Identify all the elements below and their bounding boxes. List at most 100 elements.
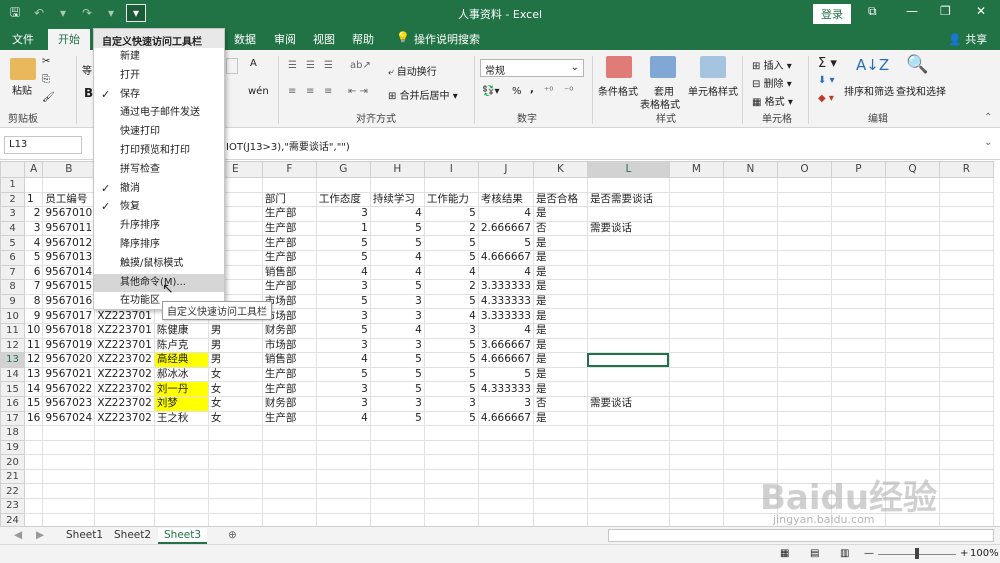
table-cell[interactable] bbox=[830, 395, 886, 412]
font-color-icon[interactable]: A bbox=[250, 58, 257, 69]
table-cell[interactable] bbox=[938, 293, 994, 310]
table-cell[interactable] bbox=[722, 322, 778, 339]
table-cell[interactable]: 5 bbox=[423, 249, 479, 266]
table-cell[interactable]: 男 bbox=[207, 352, 263, 368]
table-cell[interactable]: 是 bbox=[532, 337, 588, 354]
table-cell[interactable]: 否 bbox=[532, 220, 588, 237]
table-cell[interactable]: XZ223702 bbox=[94, 381, 155, 397]
add-sheet-icon[interactable]: ⊕ bbox=[222, 528, 243, 542]
table-cell[interactable] bbox=[722, 293, 778, 310]
table-cell[interactable] bbox=[586, 498, 670, 514]
table-cell[interactable]: 14 bbox=[23, 381, 44, 397]
table-cell[interactable]: 5 bbox=[423, 410, 479, 427]
menu-item[interactable]: 快速打印 bbox=[94, 123, 224, 142]
table-cell[interactable] bbox=[776, 279, 832, 295]
table-cell[interactable] bbox=[830, 352, 886, 368]
header-cell[interactable]: 部门 bbox=[261, 191, 317, 208]
table-cell[interactable]: 4 bbox=[315, 264, 371, 281]
insert-cells-button[interactable]: ⊞ 插入 ▾ bbox=[752, 57, 792, 72]
table-cell[interactable]: 5 bbox=[369, 220, 425, 237]
table-cell[interactable]: 需要谈话 bbox=[586, 395, 670, 412]
table-cell[interactable] bbox=[776, 395, 832, 412]
table-cell[interactable] bbox=[668, 366, 724, 383]
table-cell[interactable]: 财务部 bbox=[261, 322, 317, 339]
table-cell[interactable] bbox=[830, 220, 886, 237]
table-cell[interactable] bbox=[42, 483, 96, 500]
table-cell[interactable] bbox=[776, 293, 832, 310]
table-cell[interactable]: 女 bbox=[207, 395, 263, 412]
row-header[interactable]: 4 bbox=[0, 220, 25, 237]
table-cell[interactable] bbox=[938, 366, 994, 383]
table-cell[interactable] bbox=[776, 308, 832, 324]
table-cell[interactable]: 是 bbox=[532, 206, 588, 222]
table-cell[interactable]: 生产部 bbox=[261, 235, 317, 251]
table-cell[interactable] bbox=[315, 177, 371, 193]
table-cell[interactable] bbox=[776, 206, 832, 222]
sheet-tab-1[interactable]: Sheet1 bbox=[60, 528, 109, 542]
table-cell[interactable] bbox=[23, 425, 44, 441]
table-cell[interactable] bbox=[369, 468, 425, 485]
table-cell[interactable] bbox=[23, 468, 44, 485]
restore-icon[interactable]: ❐ bbox=[940, 4, 951, 18]
header-cell[interactable]: 持续学习 bbox=[369, 191, 425, 208]
table-cell[interactable]: 13 bbox=[23, 366, 44, 383]
table-cell[interactable] bbox=[776, 264, 832, 281]
table-cell[interactable]: 9567020 bbox=[42, 352, 96, 368]
table-cell[interactable]: 是 bbox=[532, 293, 588, 310]
table-cell[interactable] bbox=[776, 249, 832, 266]
autosum-icon[interactable]: Σ ▾ bbox=[818, 56, 837, 71]
table-cell[interactable] bbox=[668, 439, 724, 456]
header-cell[interactable]: 考核结果 bbox=[477, 191, 534, 208]
table-cell[interactable] bbox=[884, 381, 940, 397]
table-cell[interactable]: 5 bbox=[423, 235, 479, 251]
table-cell[interactable] bbox=[776, 439, 832, 456]
table-cell[interactable]: 1 bbox=[315, 220, 371, 237]
table-cell[interactable]: 5 bbox=[423, 206, 479, 222]
table-cell[interactable] bbox=[938, 206, 994, 222]
table-cell[interactable]: 刘一丹 bbox=[153, 381, 209, 397]
table-cell[interactable] bbox=[532, 177, 588, 193]
table-cell[interactable]: 4.666667 bbox=[477, 352, 534, 368]
table-cell[interactable] bbox=[668, 454, 724, 470]
table-cell[interactable] bbox=[776, 177, 832, 193]
table-cell[interactable] bbox=[207, 483, 263, 500]
table-cell[interactable] bbox=[722, 454, 778, 470]
table-cell[interactable]: 陈健康 bbox=[153, 322, 209, 339]
table-cell[interactable]: 男 bbox=[207, 322, 263, 339]
table-cell[interactable] bbox=[261, 177, 317, 193]
table-cell[interactable]: 4 bbox=[477, 264, 534, 281]
table-cell[interactable]: 刘梦 bbox=[153, 395, 209, 412]
table-cell[interactable] bbox=[207, 439, 263, 456]
table-cell[interactable] bbox=[668, 468, 724, 485]
table-cell[interactable] bbox=[261, 483, 317, 500]
table-cell[interactable] bbox=[369, 454, 425, 470]
row-header[interactable]: 18 bbox=[0, 425, 25, 441]
table-cell[interactable] bbox=[42, 468, 96, 485]
ribbon-display-icon[interactable]: ⧉ bbox=[868, 4, 877, 19]
table-cell[interactable] bbox=[830, 425, 886, 441]
table-cell[interactable]: 4.333333 bbox=[477, 381, 534, 397]
table-cell[interactable]: 市场部 bbox=[261, 337, 317, 354]
table-cell[interactable]: 是 bbox=[532, 352, 588, 368]
table-cell[interactable] bbox=[207, 454, 263, 470]
table-cell[interactable] bbox=[94, 425, 155, 441]
table-cell[interactable] bbox=[722, 206, 778, 222]
row-header[interactable]: 17 bbox=[0, 410, 25, 427]
row-header[interactable]: 21 bbox=[0, 468, 25, 485]
table-cell[interactable] bbox=[586, 249, 670, 266]
table-cell[interactable]: 9567018 bbox=[42, 322, 96, 339]
table-cell[interactable] bbox=[153, 454, 209, 470]
table-cell[interactable] bbox=[423, 498, 479, 514]
table-cell[interactable] bbox=[722, 352, 778, 368]
table-cell[interactable] bbox=[776, 322, 832, 339]
table-cell[interactable] bbox=[153, 498, 209, 514]
table-cell[interactable] bbox=[423, 439, 479, 456]
table-cell[interactable]: 4.333333 bbox=[477, 293, 534, 310]
table-cell[interactable]: 4 bbox=[315, 352, 371, 368]
page-break-icon[interactable]: ▥ bbox=[840, 548, 849, 559]
font-name-box[interactable]: 等 bbox=[82, 62, 92, 77]
table-cell[interactable] bbox=[532, 454, 588, 470]
table-cell[interactable] bbox=[884, 220, 940, 237]
table-cell[interactable] bbox=[477, 439, 534, 456]
table-cell[interactable] bbox=[938, 352, 994, 368]
